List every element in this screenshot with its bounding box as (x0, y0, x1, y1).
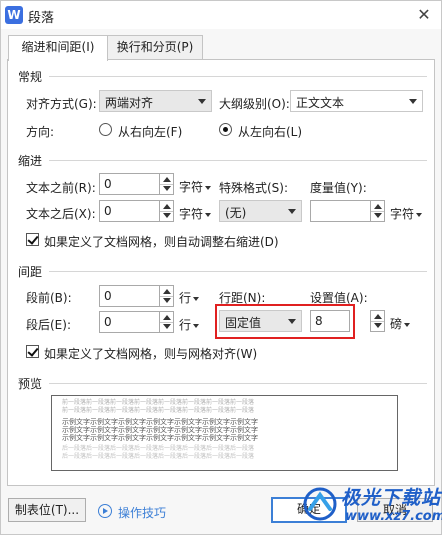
watermark-brand: 极光下载站 (341, 487, 442, 509)
tab-line-page-breaks[interactable]: 换行和分页(P) (107, 35, 203, 59)
chevron-down-icon (198, 99, 206, 104)
chevron-down-icon (205, 212, 212, 217)
wps-app-icon: W (5, 6, 23, 24)
measure-unit-dropdown[interactable]: 字符 (390, 205, 423, 222)
space-after-input[interactable]: 0 (99, 311, 160, 333)
setting-value-spinner[interactable] (370, 310, 385, 332)
preview-divider (49, 383, 427, 384)
indent-after-value: 0 (104, 204, 112, 218)
preview-after-text-2: 后一段落后一段落后一段落后一段落后一段落后一段落后一段落后一段落 (62, 453, 255, 460)
indent-before-label: 文本之前(R): (26, 181, 96, 195)
preview-current-text-3: 示例文字示例文字示例文字示例文字示例文字示例文字示例文字 (62, 434, 258, 442)
space-before-unit: 行 (179, 291, 192, 305)
direction-label: 方向: (26, 125, 55, 139)
rtl-label: 从右向左(F) (118, 125, 183, 139)
indent-after-label: 文本之后(X): (26, 207, 96, 221)
dialog-title: 段落 (28, 11, 55, 26)
line-spacing-select[interactable]: 固定值 (219, 310, 302, 332)
chevron-down-icon (288, 209, 296, 214)
setting-value-input[interactable]: 8 (310, 310, 350, 332)
space-after-unit-dropdown[interactable]: 行 (179, 316, 200, 333)
indent-before-unit: 字符 (179, 180, 204, 194)
indent-grid-checkbox[interactable] (26, 233, 39, 246)
setting-value: 8 (315, 314, 323, 328)
preview-current-text-1: 示例文字示例文字示例文字示例文字示例文字示例文字示例文字 (62, 418, 258, 426)
indent-before-unit-dropdown[interactable]: 字符 (179, 178, 212, 195)
space-before-input[interactable]: 0 (99, 285, 160, 307)
chevron-down-icon (205, 185, 212, 190)
close-icon[interactable]: ✕ (413, 4, 435, 26)
rtl-radio[interactable] (99, 123, 112, 136)
chevron-down-icon (288, 319, 296, 324)
preview-before-text-2: 前一段落前一段落前一段落前一段落前一段落前一段落前一段落前一段落 (62, 407, 255, 414)
space-before-spinner[interactable] (159, 285, 174, 307)
space-after-value: 0 (104, 315, 112, 329)
chevron-down-icon (193, 296, 200, 301)
special-format-value: (无) (225, 206, 247, 220)
ltr-radio[interactable] (219, 123, 232, 136)
indent-before-spinner[interactable] (159, 173, 174, 195)
spacing-grid-checkbox[interactable] (26, 345, 39, 358)
setting-unit: 磅 (390, 317, 403, 331)
indent-after-unit: 字符 (179, 207, 204, 221)
line-spacing-value: 固定值 (225, 316, 262, 330)
preview-before-text-1: 前一段落前一段落前一段落前一段落前一段落前一段落前一段落前一段落 (62, 399, 255, 406)
preview-current-text-2: 示例文字示例文字示例文字示例文字示例文字示例文字示例文字 (62, 426, 258, 434)
preview-section-title: 预览 (18, 377, 43, 391)
measure-input[interactable] (310, 200, 371, 222)
play-icon[interactable] (98, 504, 112, 518)
special-format-label: 特殊格式(S): (219, 181, 289, 195)
indent-before-input[interactable]: 0 (99, 173, 160, 195)
space-before-label: 段前(B): (26, 291, 72, 305)
general-section-title: 常规 (18, 70, 43, 84)
alignment-value: 两端对齐 (105, 96, 154, 110)
tab-indent-spacing[interactable]: 缩进和间距(I) (8, 35, 108, 61)
alignment-label: 对齐方式(G): (26, 97, 97, 111)
space-after-unit: 行 (179, 318, 192, 332)
spacing-grid-checkbox-label: 如果定义了文档网格，则与网格对齐(W) (44, 347, 258, 361)
preview-after-text-1: 后一段落后一段落后一段落后一段落后一段落后一段落后一段落后一段落 (62, 445, 255, 452)
watermark-logo-icon (303, 487, 337, 521)
indent-divider (49, 160, 427, 161)
space-before-unit-dropdown[interactable]: 行 (179, 289, 200, 306)
special-format-select[interactable]: (无) (219, 200, 302, 222)
watermark-url: www.xz7.com (345, 509, 442, 524)
title-bar: W 段落 ✕ (1, 1, 441, 29)
indent-before-value: 0 (104, 177, 112, 191)
spacing-divider (49, 271, 427, 272)
measure-spinner[interactable] (370, 200, 385, 222)
chevron-down-icon (404, 322, 411, 327)
general-divider (49, 76, 427, 77)
indent-after-spinner[interactable] (159, 200, 174, 222)
chevron-down-icon (416, 212, 423, 217)
ltr-label: 从左向右(L) (238, 125, 303, 139)
indent-after-input[interactable]: 0 (99, 200, 160, 222)
measure-label: 度量值(Y): (310, 181, 367, 195)
paragraph-dialog: W 段落 ✕ 缩进和间距(I) 换行和分页(P) 常规 对齐方式(G): 两端对… (0, 0, 442, 535)
outline-level-label: 大纲级别(O): (219, 97, 290, 111)
tab-stops-button[interactable]: 制表位(T)... (8, 498, 86, 522)
outline-level-value: 正文文本 (296, 96, 345, 110)
space-before-value: 0 (104, 289, 112, 303)
chevron-down-icon (193, 323, 200, 328)
space-after-label: 段后(E): (26, 318, 71, 332)
paragraph-preview: 前一段落前一段落前一段落前一段落前一段落前一段落前一段落前一段落 前一段落前一段… (51, 395, 398, 471)
tips-link[interactable]: 操作技巧 (118, 504, 166, 521)
indent-section-title: 缩进 (18, 154, 43, 168)
chevron-down-icon (409, 99, 417, 104)
indent-grid-checkbox-label: 如果定义了文档网格，则自动调整右缩进(D) (44, 235, 279, 249)
alignment-select[interactable]: 两端对齐 (99, 90, 212, 112)
spacing-section-title: 间距 (18, 265, 43, 279)
setting-unit-dropdown[interactable]: 磅 (390, 315, 411, 332)
outline-level-select[interactable]: 正文文本 (290, 90, 423, 112)
measure-unit: 字符 (390, 207, 415, 221)
indent-after-unit-dropdown[interactable]: 字符 (179, 205, 212, 222)
site-watermark: 极光下载站 www.xz7.com (301, 481, 442, 533)
space-after-spinner[interactable] (159, 311, 174, 333)
